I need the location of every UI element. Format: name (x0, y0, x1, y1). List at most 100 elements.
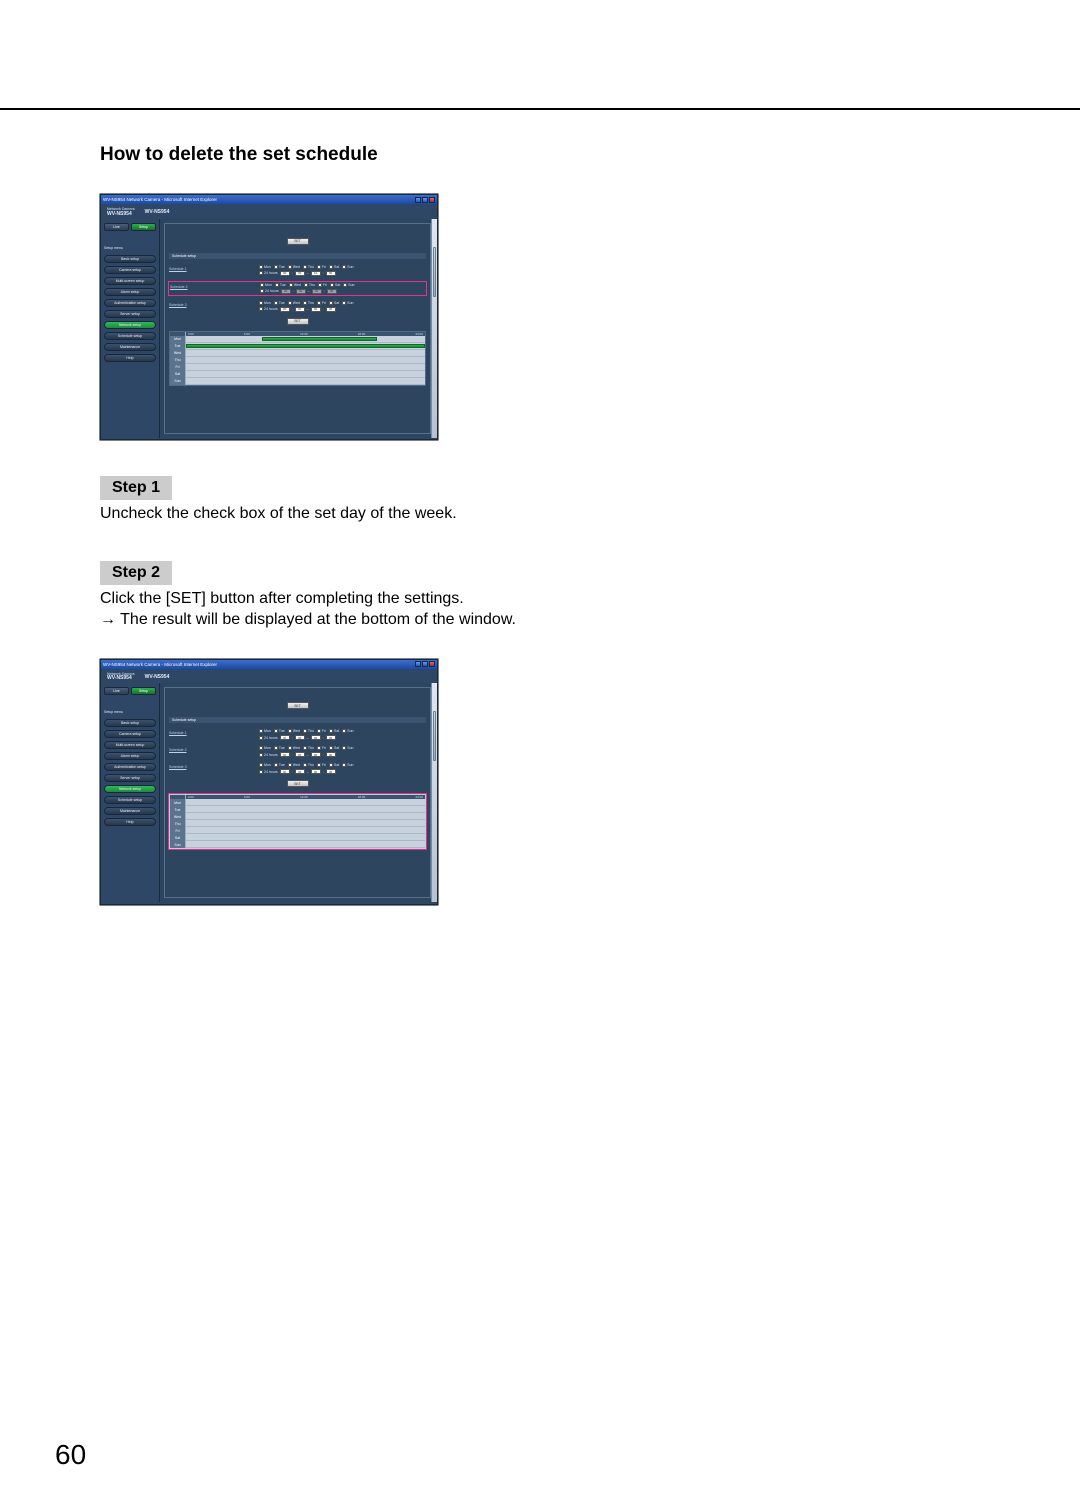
day-checkbox-fri[interactable]: Fri (318, 283, 327, 287)
day-checkbox-wed[interactable]: Wed (288, 265, 300, 269)
day-checkbox-sat[interactable]: Sat (329, 763, 339, 767)
close-icon[interactable] (429, 197, 435, 203)
from-min-select[interactable]: 00 (295, 271, 305, 276)
day-checkbox-wed[interactable]: Wed (288, 729, 300, 733)
sidebar-item-maintenance[interactable]: Maintenance (104, 807, 156, 815)
all24-checkbox[interactable]: 24 hours (259, 271, 278, 275)
set-button-top[interactable]: SET (287, 238, 309, 245)
all24-checkbox[interactable]: 24 hours (259, 307, 278, 311)
to-min-select[interactable]: 00 (326, 735, 336, 740)
day-checkbox-thu[interactable]: Thu (303, 729, 314, 733)
sidebar-item-maintenance[interactable]: Maintenance (104, 343, 156, 351)
maximize-icon[interactable] (422, 661, 428, 667)
tab-setup[interactable]: Setup (131, 687, 156, 695)
to-min-select[interactable]: 00 (326, 769, 336, 774)
sidebar-item-schedule-setup[interactable]: Schedule setup (104, 796, 156, 804)
sidebar-item-server-setup[interactable]: Server setup (104, 310, 156, 318)
set-button-bottom[interactable]: SET (287, 318, 309, 325)
day-checkbox-sat[interactable]: Sat (329, 729, 339, 733)
sidebar-item-basic-setup[interactable]: Basic setup (104, 719, 156, 727)
tab-setup[interactable]: Setup (131, 223, 156, 231)
all24-checkbox[interactable]: 24 hours (259, 770, 278, 774)
to-hour-select[interactable]: 00 (311, 735, 321, 740)
scrollbar[interactable] (431, 683, 437, 902)
from-hour-select[interactable]: 00 (280, 769, 290, 774)
from-hour-select[interactable]: 00 (281, 289, 291, 294)
schedule-label[interactable]: Schedule 1 (169, 729, 259, 735)
day-checkbox-mon[interactable]: Mon (259, 301, 271, 305)
schedule-label[interactable]: Schedule 3 (169, 301, 259, 307)
day-checkbox-sat[interactable]: Sat (329, 265, 339, 269)
day-checkbox-wed[interactable]: Wed (288, 746, 300, 750)
minimize-icon[interactable] (415, 661, 421, 667)
day-checkbox-tue[interactable]: Tue (274, 746, 285, 750)
day-checkbox-tue[interactable]: Tue (275, 283, 286, 287)
day-checkbox-fri[interactable]: Fri (317, 729, 326, 733)
from-hour-select[interactable]: 00 (280, 271, 290, 276)
sidebar-item-authentication-setup[interactable]: Authentication setup (104, 763, 156, 771)
to-hour-select[interactable]: 00 (312, 289, 322, 294)
day-checkbox-sat[interactable]: Sat (330, 283, 340, 287)
sidebar-item-camera-setup[interactable]: Camera setup (104, 730, 156, 738)
day-checkbox-thu[interactable]: Thu (303, 763, 314, 767)
from-min-select[interactable]: 00 (295, 752, 305, 757)
day-checkbox-thu[interactable]: Thu (303, 265, 314, 269)
day-checkbox-tue[interactable]: Tue (274, 763, 285, 767)
sidebar-item-camera-setup[interactable]: Camera setup (104, 266, 156, 274)
day-checkbox-fri[interactable]: Fri (317, 301, 326, 305)
day-checkbox-sat[interactable]: Sat (329, 746, 339, 750)
from-hour-select[interactable]: 00 (280, 307, 290, 312)
sidebar-item-network-setup[interactable]: Network setup (104, 321, 156, 329)
day-checkbox-sun[interactable]: Sun (343, 283, 354, 287)
day-checkbox-mon[interactable]: Mon (259, 746, 271, 750)
close-icon[interactable] (429, 661, 435, 667)
day-checkbox-sun[interactable]: Sun (342, 729, 353, 733)
from-min-select[interactable]: 00 (296, 289, 306, 294)
day-checkbox-sun[interactable]: Sun (342, 746, 353, 750)
day-checkbox-thu[interactable]: Thu (303, 746, 314, 750)
from-min-select[interactable]: 00 (295, 307, 305, 312)
day-checkbox-fri[interactable]: Fri (317, 265, 326, 269)
sidebar-item-multi-screen-setup[interactable]: Multi-screen setup (104, 277, 156, 285)
sidebar-item-authentication-setup[interactable]: Authentication setup (104, 299, 156, 307)
day-checkbox-tue[interactable]: Tue (274, 265, 285, 269)
set-button-bottom[interactable]: SET (287, 780, 309, 787)
sidebar-item-server-setup[interactable]: Server setup (104, 774, 156, 782)
from-min-select[interactable]: 00 (295, 735, 305, 740)
from-hour-select[interactable]: 00 (280, 752, 290, 757)
sidebar-item-multi-screen-setup[interactable]: Multi-screen setup (104, 741, 156, 749)
to-hour-select[interactable]: 00 (311, 752, 321, 757)
scrollbar-thumb[interactable] (433, 247, 436, 297)
day-checkbox-thu[interactable]: Thu (303, 301, 314, 305)
day-checkbox-wed[interactable]: Wed (289, 283, 301, 287)
from-hour-select[interactable]: 00 (280, 735, 290, 740)
to-min-select[interactable]: 00 (326, 307, 336, 312)
day-checkbox-thu[interactable]: Thu (304, 283, 315, 287)
day-checkbox-mon[interactable]: Mon (260, 283, 272, 287)
day-checkbox-mon[interactable]: Mon (259, 265, 271, 269)
schedule-label[interactable]: Schedule 2 (170, 283, 260, 289)
sidebar-item-help[interactable]: Help (104, 818, 156, 826)
minimize-icon[interactable] (415, 197, 421, 203)
day-checkbox-mon[interactable]: Mon (259, 763, 271, 767)
day-checkbox-wed[interactable]: Wed (288, 763, 300, 767)
tab-live[interactable]: Live (104, 687, 129, 695)
day-checkbox-tue[interactable]: Tue (274, 301, 285, 305)
to-hour-select[interactable]: 00 (311, 307, 321, 312)
sidebar-item-schedule-setup[interactable]: Schedule setup (104, 332, 156, 340)
all24-checkbox[interactable]: 24 hours (260, 289, 279, 293)
sidebar-item-help[interactable]: Help (104, 354, 156, 362)
all24-checkbox[interactable]: 24 hours (259, 736, 278, 740)
day-checkbox-sun[interactable]: Sun (342, 265, 353, 269)
to-hour-select[interactable]: 00 (311, 769, 321, 774)
day-checkbox-mon[interactable]: Mon (259, 729, 271, 733)
day-checkbox-tue[interactable]: Tue (274, 729, 285, 733)
day-checkbox-sun[interactable]: Sun (342, 301, 353, 305)
schedule-label[interactable]: Schedule 1 (169, 265, 259, 271)
day-checkbox-sat[interactable]: Sat (329, 301, 339, 305)
sidebar-item-basic-setup[interactable]: Basic setup (104, 255, 156, 263)
from-min-select[interactable]: 00 (295, 769, 305, 774)
set-button-top[interactable]: SET (287, 702, 309, 709)
to-hour-select[interactable]: 12 (311, 271, 321, 276)
tab-live[interactable]: Live (104, 223, 129, 231)
